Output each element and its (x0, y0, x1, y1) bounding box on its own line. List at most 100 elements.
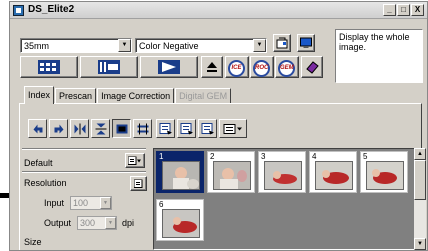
roc-toggle[interactable]: ROC (250, 56, 274, 78)
input-resolution-value: 100 (73, 198, 89, 208)
frame-number: 6 (159, 200, 164, 209)
tab-bar: Index Prescan Image Correction Digital G… (24, 86, 232, 104)
preset-label: Default (24, 158, 53, 168)
prescan-icon (98, 60, 120, 74)
thumbnail-frame[interactable]: 4 (309, 151, 357, 193)
hint-text: Display the whole image. (335, 29, 423, 83)
chevron-down-icon[interactable]: ▼ (105, 217, 116, 229)
select-frame-icon (116, 124, 127, 133)
fit-frame-icon (137, 123, 148, 134)
fit-frame-button[interactable] (133, 119, 152, 138)
flip-horizontal-button[interactable] (70, 119, 89, 138)
resolution-menu-button[interactable] (130, 176, 147, 191)
preset-menu-button[interactable] (125, 153, 145, 168)
apply-selected-icon (201, 122, 214, 134)
baby-photo (162, 209, 200, 238)
baby-photo (162, 161, 200, 190)
view-menu-button[interactable] (219, 119, 247, 138)
gem-toggle[interactable]: GEM (275, 56, 299, 78)
minimize-button[interactable]: _ (383, 4, 396, 16)
output-resolution-value: 300 (80, 218, 96, 228)
apply-button-1[interactable] (156, 119, 175, 138)
tab-prescan[interactable]: Prescan (55, 88, 97, 104)
flip-vertical-icon (95, 123, 106, 134)
maximize-button[interactable]: □ (397, 4, 410, 16)
baby-photo (366, 161, 404, 190)
settings-icon (276, 37, 288, 49)
output-unit-label: dpi (122, 218, 135, 228)
rotate-left-button[interactable] (28, 119, 47, 138)
ice-toggle[interactable]: ICE (225, 56, 249, 78)
apply-icon (159, 122, 172, 134)
eject-button[interactable] (201, 56, 223, 78)
thumbnail-frame[interactable]: 5 (360, 151, 408, 193)
window-title: DS_Elite2 (28, 4, 75, 15)
thumbnail-frame[interactable]: 2 (207, 151, 255, 193)
frame-number: 2 (210, 152, 215, 161)
tab-index[interactable]: Index (24, 86, 55, 104)
eject-icon (207, 62, 217, 72)
scroll-up-button[interactable]: ▲ (414, 148, 426, 160)
flip-horizontal-icon (74, 123, 85, 134)
flip-vertical-button[interactable] (91, 119, 110, 138)
input-label: Input (44, 198, 65, 208)
thumbnail-scrollbar[interactable]: ▲ ▼ (414, 148, 426, 250)
scan-icon (158, 60, 180, 74)
tab-digital-gem[interactable]: Digital GEM (175, 88, 232, 104)
prescan-button[interactable] (80, 56, 138, 78)
resolution-label: Resolution (24, 178, 67, 188)
settings-panel: Default Resolution Input 100 ▼ Output 30… (22, 148, 147, 250)
index-scan-button[interactable] (20, 56, 78, 78)
list-menu-icon (128, 156, 141, 165)
thumbnail-frame[interactable]: 3 (258, 151, 306, 193)
apply-button-2[interactable] (177, 119, 196, 138)
size-label: Size (24, 237, 42, 247)
baby-photo (264, 161, 302, 190)
settings-eraser-button[interactable] (301, 56, 323, 78)
app-window: DS_Elite2 _ □ X 35mm ▼ Color Negative ▼ … (9, 1, 428, 251)
apply-all-icon (180, 122, 193, 134)
thumbnail-frame[interactable]: 1 (156, 151, 204, 193)
film-size-select[interactable]: 35mm ▼ (20, 38, 132, 53)
ice-icon: ICE (228, 60, 245, 77)
rotate-left-icon (33, 124, 42, 133)
output-resolution-select[interactable]: 300 ▼ (77, 216, 117, 230)
list-menu-icon (223, 123, 242, 134)
input-resolution-select[interactable]: 100 ▼ (70, 196, 112, 210)
film-type-select[interactable]: Color Negative ▼ (135, 38, 267, 53)
divider (22, 148, 146, 150)
rotate-right-icon (54, 124, 63, 133)
roc-icon: ROC (253, 60, 270, 77)
tab-image-correction[interactable]: Image Correction (97, 88, 175, 104)
close-button[interactable]: X (411, 4, 424, 16)
baby-photo (315, 161, 353, 190)
scan-button[interactable] (140, 56, 198, 78)
film-type-value: Color Negative (139, 41, 199, 51)
gem-icon: GEM (278, 60, 295, 77)
thumbnail-frame[interactable]: 6 (156, 199, 204, 241)
select-frame-button[interactable] (112, 119, 131, 138)
index-scan-icon (38, 60, 60, 74)
output-label: Output (44, 218, 72, 228)
frame-number: 3 (261, 152, 266, 161)
chevron-down-icon[interactable]: ▼ (100, 197, 111, 209)
chevron-down-icon[interactable]: ▼ (253, 39, 266, 52)
frame-number: 4 (312, 152, 317, 161)
title-bar: DS_Elite2 _ □ X (10, 2, 427, 19)
scroll-down-button[interactable]: ▼ (414, 238, 426, 250)
frame-number: 5 (363, 152, 368, 161)
thumbnail-grid: 1 2 3 4 5 6 (153, 148, 416, 250)
divider (22, 171, 146, 173)
settings-button[interactable] (273, 34, 291, 52)
scroll-thumb[interactable] (414, 160, 426, 200)
list-menu-icon (133, 179, 142, 188)
monitor-icon (300, 37, 312, 48)
baby-photo (213, 161, 251, 190)
apply-button-3[interactable] (198, 119, 217, 138)
frame-number: 1 (159, 152, 164, 161)
preview-button[interactable] (297, 34, 315, 52)
film-size-value: 35mm (24, 41, 50, 51)
rotate-right-button[interactable] (49, 119, 68, 138)
chevron-down-icon[interactable]: ▼ (118, 39, 131, 52)
eraser-icon (306, 61, 319, 74)
